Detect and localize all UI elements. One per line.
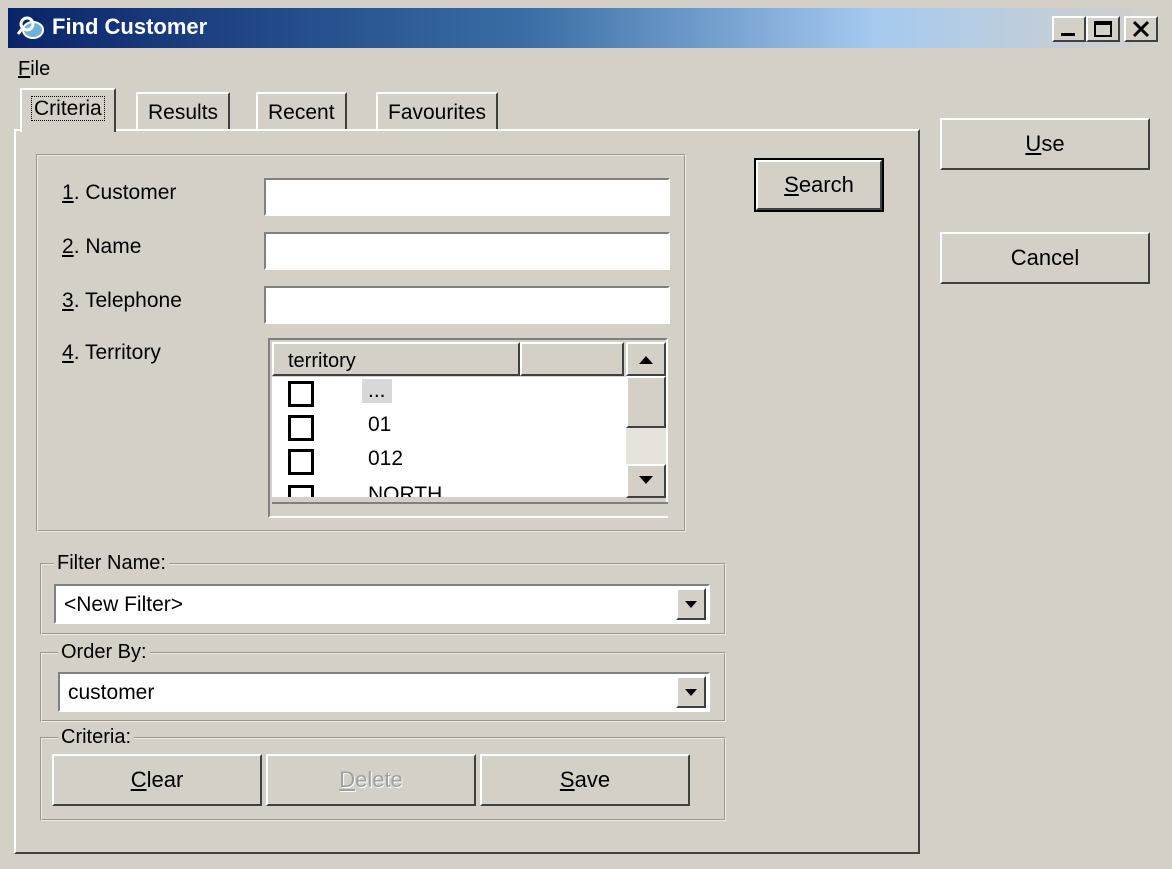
tab-criteria[interactable]: Criteria	[20, 88, 116, 132]
tab-favourites[interactable]: Favourites	[376, 92, 499, 130]
criteria-legend: Criteria:	[58, 726, 135, 749]
grid-footer	[272, 502, 668, 516]
triangle-down-icon	[639, 476, 653, 484]
scroll-thumb[interactable]	[626, 376, 666, 428]
scroll-down-button[interactable]	[626, 464, 666, 498]
territory-column-header[interactable]: territory	[272, 342, 520, 376]
window-title: Find Customer	[52, 14, 208, 39]
dropdown-button[interactable]	[676, 588, 706, 620]
dropdown-button[interactable]	[676, 676, 706, 708]
maximize-button[interactable]	[1086, 16, 1120, 42]
filter-name-legend: Filter Name:	[54, 552, 169, 575]
tab-recent[interactable]: Recent	[256, 92, 347, 130]
territory-list: ... 01 012 NORTH	[272, 377, 626, 497]
list-item[interactable]: NORTH	[272, 481, 626, 497]
search-button[interactable]: Search	[754, 158, 884, 212]
telephone-label: 3. Telephone	[62, 289, 182, 312]
order-by-legend: Order By:	[58, 641, 150, 664]
minimize-icon	[1061, 33, 1075, 36]
checkbox[interactable]	[288, 381, 314, 407]
clear-button[interactable]: Clear	[52, 754, 262, 806]
name-input[interactable]	[264, 232, 670, 270]
find-customer-window: Find Customer File Criteria Results Rece…	[0, 0, 1172, 869]
territory-scrollbar[interactable]	[626, 342, 666, 498]
list-item[interactable]: 01	[272, 411, 626, 445]
close-icon	[1132, 20, 1150, 38]
app-icon	[16, 16, 44, 39]
use-button[interactable]: Use	[940, 118, 1150, 170]
cancel-button[interactable]: Cancel	[940, 232, 1150, 284]
triangle-up-icon	[639, 356, 653, 364]
customer-label: 1. Customer	[62, 181, 177, 204]
filter-name-value: <New Filter>	[64, 593, 184, 616]
list-item[interactable]: 012	[272, 445, 626, 479]
grid-column-header-blank[interactable]	[520, 342, 624, 376]
menu-file[interactable]: File	[18, 58, 50, 81]
maximize-icon	[1094, 21, 1112, 37]
minimize-button[interactable]	[1052, 16, 1086, 42]
name-label: 2. Name	[62, 235, 142, 258]
chevron-down-icon	[685, 689, 697, 696]
territory-label: 4. Territory	[62, 341, 161, 364]
checkbox[interactable]	[288, 449, 314, 475]
filter-name-dropdown[interactable]: <New Filter>	[54, 584, 710, 624]
save-button[interactable]: Save	[480, 754, 690, 806]
telephone-input[interactable]	[264, 286, 670, 324]
checkbox[interactable]	[288, 485, 314, 497]
tab-results[interactable]: Results	[136, 92, 231, 130]
customer-input[interactable]	[264, 178, 670, 216]
checkbox[interactable]	[288, 415, 314, 441]
order-by-dropdown[interactable]: customer	[58, 672, 710, 712]
chevron-down-icon	[685, 601, 697, 608]
close-button[interactable]	[1124, 16, 1158, 42]
list-item[interactable]: ...	[272, 377, 626, 411]
order-by-value: customer	[68, 681, 155, 704]
delete-button[interactable]: Delete	[266, 754, 476, 806]
scroll-up-button[interactable]	[626, 342, 666, 376]
territory-grid[interactable]: territory ... 01 012 NORTH	[268, 338, 668, 518]
title-bar[interactable]: Find Customer	[8, 8, 1164, 48]
